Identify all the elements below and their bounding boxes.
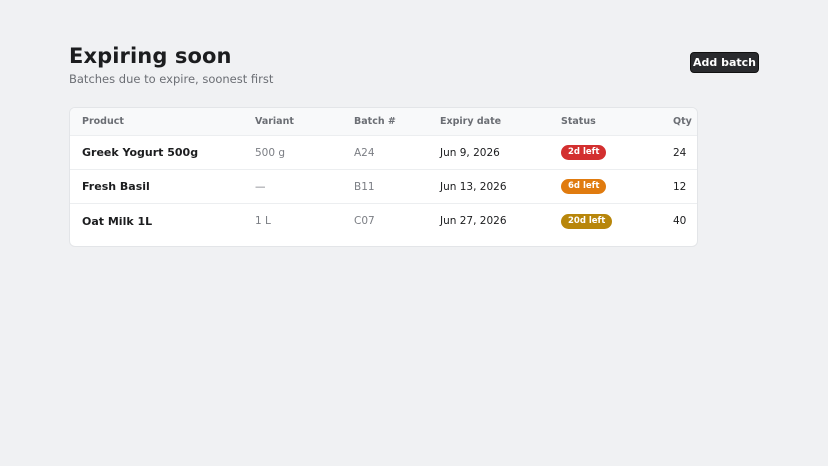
expiry-date: Jun 13, 2026 bbox=[440, 180, 507, 193]
status-cell: 20d left bbox=[561, 204, 613, 238]
expiry-date: Jun 27, 2026 bbox=[440, 215, 507, 227]
quantity: 40 bbox=[673, 215, 687, 227]
quantity: 24 bbox=[673, 146, 687, 159]
table-row[interactable]: Fresh Basil — B11 Jun 13, 2026 6d left 1… bbox=[70, 170, 697, 204]
status-badge: 20d left bbox=[561, 213, 613, 229]
table-row[interactable]: Greek Yogurt 500g 500 g A24 Jun 9, 2026 … bbox=[70, 136, 697, 170]
column-header-variant[interactable]: Variant bbox=[255, 108, 294, 135]
variant: 500 g bbox=[255, 146, 286, 159]
batch-number: B11 bbox=[354, 180, 375, 193]
table-row[interactable]: Oat Milk 1L 1 L C07 Jun 27, 2026 20d lef… bbox=[70, 204, 697, 238]
status-badge: 6d left bbox=[561, 179, 607, 194]
product-name: Greek Yogurt 500g bbox=[82, 146, 199, 159]
status-cell: 6d left bbox=[561, 170, 607, 203]
product-name: Oat Milk 1L bbox=[82, 214, 153, 228]
column-header-expiry[interactable]: Expiry date bbox=[440, 108, 501, 135]
variant: 1 L bbox=[255, 215, 271, 227]
page-subtitle: Batches due to expire, soonest first bbox=[69, 72, 274, 86]
column-header-batch[interactable]: Batch # bbox=[354, 108, 396, 135]
table-header-row: Product Variant Batch # Expiry date Stat… bbox=[70, 108, 697, 136]
add-batch-button[interactable]: Add batch bbox=[690, 52, 759, 73]
column-header-product[interactable]: Product bbox=[82, 108, 124, 135]
page-title: Expiring soon bbox=[69, 44, 232, 68]
expiry-date: Jun 9, 2026 bbox=[440, 146, 500, 159]
product-name: Fresh Basil bbox=[82, 180, 150, 193]
batch-number: A24 bbox=[354, 146, 375, 159]
status-cell: 2d left bbox=[561, 136, 607, 169]
column-header-status[interactable]: Status bbox=[561, 108, 596, 135]
status-badge: 2d left bbox=[561, 145, 607, 160]
variant: — bbox=[255, 180, 266, 193]
batch-number: C07 bbox=[354, 215, 375, 227]
expiring-batches-table: Product Variant Batch # Expiry date Stat… bbox=[69, 107, 698, 247]
quantity: 12 bbox=[673, 180, 687, 193]
column-header-qty[interactable]: Qty bbox=[673, 108, 692, 135]
